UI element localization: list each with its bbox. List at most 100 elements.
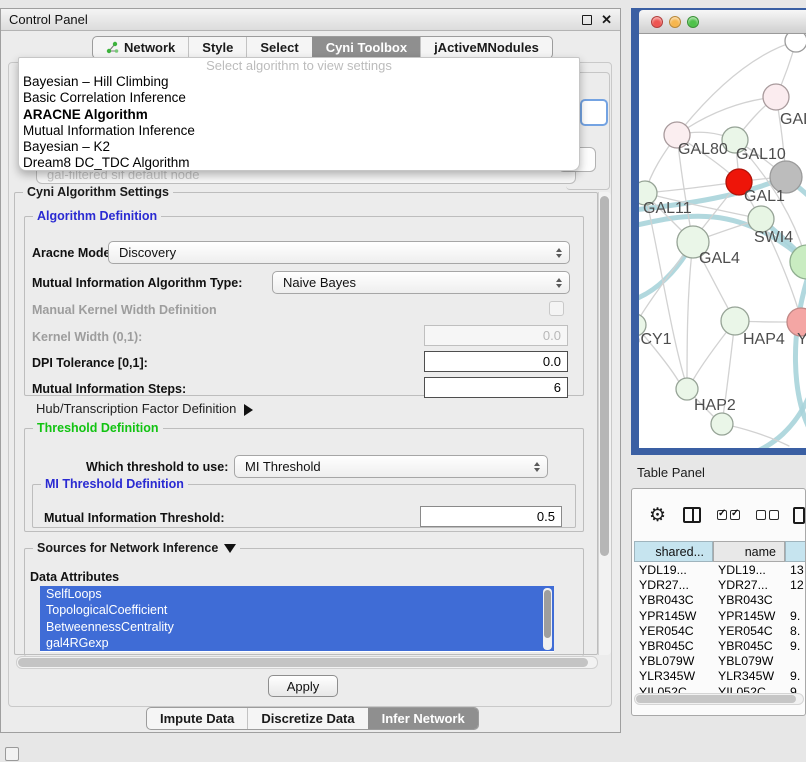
aracne-mode-combo[interactable]: Discovery	[108, 241, 570, 264]
which-threshold-label: Which threshold to use:	[86, 460, 228, 474]
mi-steps-field[interactable]: 6	[424, 377, 568, 398]
node-label: GAL1	[744, 188, 785, 205]
sources-title: Sources for Network Inference	[33, 541, 240, 555]
network-edge	[795, 280, 806, 432]
mi-steps-label: Mutual Information Steps:	[32, 382, 186, 396]
tab-discretize-data[interactable]: Discretize Data	[247, 708, 367, 729]
column-header[interactable]	[785, 541, 806, 562]
table-cell: YBR045C	[634, 639, 713, 654]
settings-horizontal-scrollbar-thumb[interactable]	[18, 658, 588, 667]
tab-cyni-toolbox[interactable]: Cyni Toolbox	[312, 37, 420, 58]
node-label: HAP2	[694, 397, 736, 414]
column-header[interactable]: shared...	[634, 541, 713, 562]
node-label: GAL4	[699, 250, 740, 267]
expand-triangle-icon[interactable]	[244, 404, 253, 416]
table-cell: 9.	[785, 609, 806, 624]
data-attribute-item[interactable]: gal4RGexp	[40, 635, 554, 651]
data-attribute-item[interactable]: BetweennessCentrality	[40, 619, 554, 635]
network-canvas[interactable]: GALGAL80GAL10GAL1GAL11SWI4GAL4GCY1HAP4YH…	[639, 34, 806, 448]
tab-infer-network[interactable]: Infer Network	[368, 708, 478, 729]
table-cell: YLR345W	[634, 669, 713, 684]
column-header[interactable]: name	[713, 541, 785, 562]
dock-panel-icon[interactable]	[5, 747, 19, 761]
gear-icon[interactable]: ⚙	[649, 506, 666, 525]
screen: Control Panel ✕ Network Style Select Cyn…	[0, 0, 806, 762]
threshold-definition-title: Threshold Definition	[33, 421, 163, 435]
table-cell: YER054C	[713, 624, 785, 639]
table-cell: YDR27...	[713, 578, 785, 593]
network-node[interactable]	[711, 413, 733, 435]
table-row[interactable]: YBR045CYBR045C9.	[634, 639, 805, 654]
table-cell: YBR043C	[713, 593, 785, 608]
mi-type-combo[interactable]: Naive Bayes	[272, 271, 570, 294]
mi-threshold-label: Mutual Information Threshold:	[44, 511, 225, 525]
node-label: GAL	[780, 111, 806, 128]
kernel-width-field[interactable]: 0.0	[424, 325, 568, 346]
algorithm-dropdown-popup: Select algorithm to view settings Bayesi…	[18, 57, 580, 171]
table-cell: 13	[785, 563, 806, 578]
control-panel-titlebar[interactable]: Control Panel ✕	[1, 9, 620, 31]
data-attribute-item[interactable]: SelfLoops	[40, 586, 554, 602]
table-cell: 9.	[785, 669, 806, 684]
table-row[interactable]: YDR27...YDR27...12	[634, 578, 805, 593]
node-label: GAL80	[678, 141, 728, 158]
algorithm-option[interactable]: Bayesian – Hill Climbing	[19, 74, 579, 90]
node-label: GAL11	[643, 200, 692, 217]
tab-style[interactable]: Style	[188, 37, 246, 58]
attribute-list-scrollbar-thumb[interactable]	[544, 590, 551, 638]
table-cell: 8.	[785, 624, 806, 639]
columns-icon[interactable]	[683, 507, 701, 523]
hide-columns-icon[interactable]	[756, 510, 779, 520]
mi-threshold-field[interactable]: 0.5	[420, 506, 562, 527]
tab-jactivemnodules[interactable]: jActiveMNodules	[420, 37, 552, 58]
settings-vertical-scrollbar-thumb[interactable]	[600, 196, 609, 556]
network-edge	[677, 97, 776, 135]
data-attribute-item[interactable]: TopologicalCoefficient	[40, 602, 554, 618]
mac-close-button[interactable]	[651, 16, 663, 28]
table-cell	[785, 654, 806, 669]
table-horizontal-scrollbar-thumb[interactable]	[636, 695, 796, 703]
hub-definition-expander[interactable]: Hub/Transcription Factor Definition	[36, 401, 253, 416]
table-cell: YDL19...	[634, 563, 713, 578]
table-row[interactable]: YER054CYER054C8.	[634, 624, 805, 639]
apply-button[interactable]: Apply	[268, 675, 338, 697]
network-icon	[106, 41, 119, 54]
algorithm-option[interactable]: Mutual Information Inference	[19, 123, 579, 139]
network-window-titlebar[interactable]	[639, 10, 806, 34]
manual-kernel-checkbox[interactable]	[549, 301, 564, 316]
table-row[interactable]: YDL19...YDL19...13	[634, 563, 805, 578]
network-edge	[687, 242, 693, 389]
table-header: shared...name	[634, 541, 805, 562]
tab-select[interactable]: Select	[246, 37, 311, 58]
show-columns-icon[interactable]	[717, 510, 740, 520]
obscured-focused-combo-fragment	[580, 99, 608, 126]
network-node[interactable]	[785, 34, 806, 52]
table-row[interactable]: YBL079WYBL079W	[634, 654, 805, 669]
algorithm-option[interactable]: ARACNE Algorithm	[19, 107, 579, 123]
algorithm-option[interactable]: Bayesian – K2	[19, 139, 579, 155]
table-cell: YBL079W	[634, 654, 713, 669]
table-panel-title: Table Panel	[637, 465, 705, 480]
algorithm-definition-title: Algorithm Definition	[33, 209, 161, 223]
close-icon[interactable]: ✕	[601, 12, 612, 28]
network-node[interactable]	[763, 84, 789, 110]
document-icon[interactable]	[793, 507, 805, 524]
collapse-triangle-icon[interactable]	[224, 544, 236, 553]
algorithm-option[interactable]: Basic Correlation Inference	[19, 90, 579, 106]
table-toolbar: ⚙	[632, 497, 805, 533]
table-cell: 12	[785, 578, 806, 593]
mac-minimize-button[interactable]	[669, 16, 681, 28]
tab-network[interactable]: Network	[93, 37, 188, 58]
table-row[interactable]: YBR043CYBR043C	[634, 593, 805, 608]
tab-impute-data[interactable]: Impute Data	[147, 708, 247, 729]
table-row[interactable]: YLR345WYLR345W9.	[634, 669, 805, 684]
network-view-window[interactable]: GALGAL80GAL10GAL1GAL11SWI4GAL4GCY1HAP4YH…	[631, 8, 806, 455]
table-cell: YLR345W	[713, 669, 785, 684]
dpi-tolerance-field[interactable]: 0.0	[424, 351, 568, 372]
table-row[interactable]: YPR145WYPR145W9.	[634, 609, 805, 624]
settings-group-title: Cyni Algorithm Settings	[23, 185, 173, 199]
algorithm-option[interactable]: Dream8 DC_TDC Algorithm	[19, 155, 579, 171]
mac-zoom-button[interactable]	[687, 16, 699, 28]
which-threshold-combo[interactable]: MI Threshold	[234, 455, 548, 478]
float-window-icon[interactable]	[582, 15, 592, 25]
